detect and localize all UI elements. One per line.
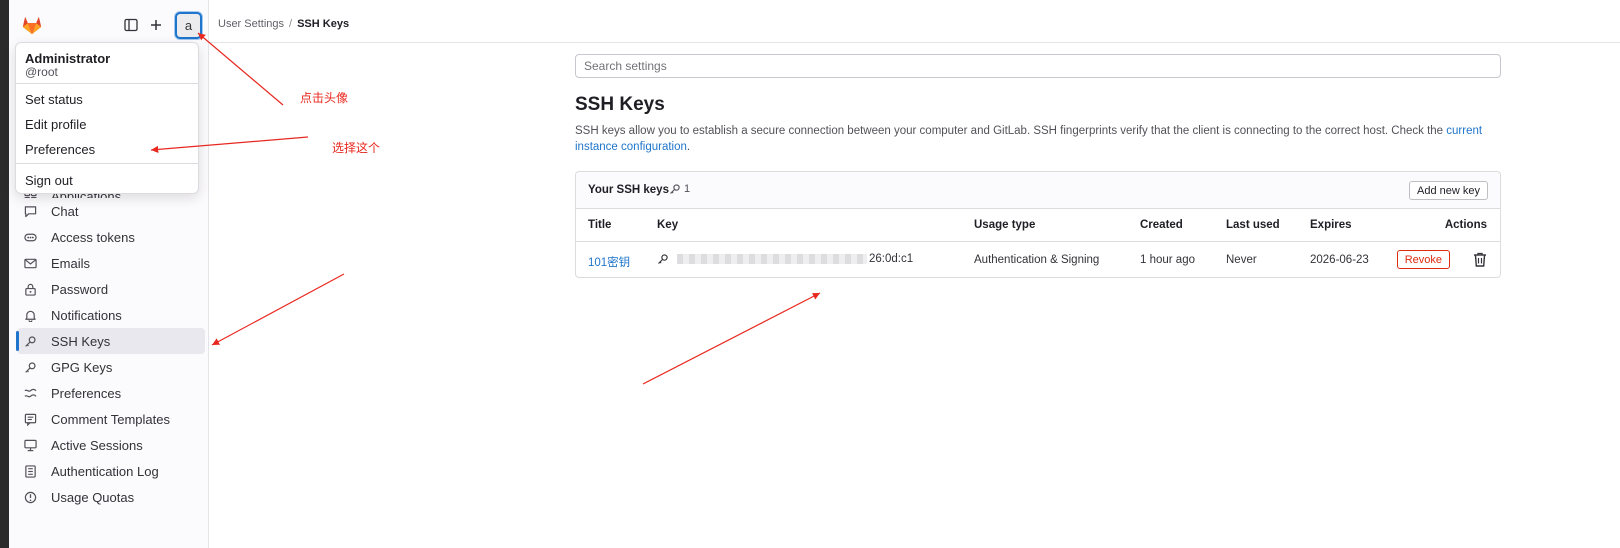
token-icon [22, 229, 38, 245]
arrow-to-avatar [197, 32, 284, 106]
sidebar-item-active-sessions[interactable]: Active Sessions [17, 432, 205, 458]
monitor-icon [22, 437, 38, 453]
arrow-to-ssh-key-row [642, 292, 821, 385]
sidebar-item-label: Emails [51, 255, 91, 271]
sidebar-item-gpg-keys[interactable]: GPG Keys [17, 354, 205, 380]
search-settings-input[interactable] [575, 54, 1501, 78]
key-icon [22, 359, 38, 375]
user-menu-dropdown: Administrator @root Set status Edit prof… [15, 42, 199, 194]
sidebar-item-chat[interactable]: Chat [17, 198, 205, 224]
user-username: @root [25, 65, 58, 79]
column-last-used: Last used [1226, 219, 1280, 231]
breadcrumb: User Settings / SSH Keys [218, 18, 350, 30]
arrow-to-ssh-keys-nav [211, 273, 345, 346]
sidebar-item-password[interactable]: Password [17, 276, 205, 302]
avatar-button[interactable]: a [175, 12, 202, 39]
sidebar-item-access-tokens[interactable]: Access tokens [17, 224, 205, 250]
sidebar-item-label: Access tokens [51, 229, 135, 245]
sidebar-item-label: Comment Templates [51, 411, 170, 427]
sidebar-item-label: SSH Keys [51, 333, 111, 349]
avatar-broken-image: a [184, 18, 193, 33]
sidebar-item-label: Authentication Log [51, 463, 159, 479]
sidebar-item-emails[interactable]: Emails [17, 250, 205, 276]
key-icon [658, 254, 668, 264]
user-display-name[interactable]: Administrator [25, 51, 110, 66]
sidebar-item-label: GPG Keys [51, 359, 113, 375]
chat-icon [22, 203, 38, 219]
sidebar-item-comment-templates[interactable]: Comment Templates [17, 406, 205, 432]
quota-icon [22, 489, 38, 505]
top-bar: User Settings / SSH Keys [209, 0, 1620, 43]
set-status-item[interactable]: Set status [25, 92, 83, 107]
sidebar-item-usage-quotas[interactable]: Usage Quotas [17, 484, 205, 510]
key-count-badge: 1 [669, 183, 690, 195]
sidebar-top: a [9, 0, 209, 48]
revoke-button[interactable]: Revoke [1396, 250, 1450, 269]
sidebar-item-label: Usage Quotas [51, 489, 135, 505]
usage-type: Authentication & Signing [974, 254, 1100, 266]
last-used: Never [1226, 254, 1257, 266]
comment-icon [22, 411, 38, 427]
add-new-key-button[interactable]: Add new key [1409, 181, 1488, 200]
mail-icon [22, 255, 38, 271]
column-actions: Actions [1444, 219, 1487, 231]
preferences-icon [22, 385, 38, 401]
divider [16, 163, 198, 164]
column-usage-type: Usage type [974, 219, 1036, 231]
column-key: Key [657, 219, 679, 231]
page-title: SSH Keys [575, 94, 665, 115]
create-new-button[interactable] [144, 13, 168, 37]
column-expires: Expires [1310, 219, 1352, 231]
sign-out-item[interactable]: Sign out [25, 173, 73, 188]
plus-icon [151, 20, 161, 30]
sidebar-panel-icon [124, 18, 138, 32]
toggle-sidebar-button[interactable] [119, 13, 143, 37]
ssh-keys-card: Your SSH keys 1 Add new key Title Key Us… [575, 171, 1501, 278]
sidebar-item-notifications[interactable]: Notifications [17, 302, 205, 328]
sidebar-item-label: Preferences [51, 385, 122, 401]
key-fingerprint: 26:0d:c1 [657, 253, 913, 265]
annotation-choose-this: 选择这个 [332, 141, 381, 155]
preferences-item[interactable]: Preferences [25, 142, 95, 157]
sidebar-item-ssh-keys[interactable]: SSH Keys [16, 328, 205, 354]
table-row: 101密钥 26:0d:c1 Authentication & Signing … [576, 242, 1500, 278]
expires-date: 2026-06-23 [1310, 254, 1369, 266]
window-edge [0, 0, 9, 548]
bell-icon [22, 307, 38, 323]
created-time: 1 hour ago [1140, 254, 1195, 266]
description-text: SSH keys allow you to establish a secure… [575, 125, 1447, 137]
key-count: 1 [684, 183, 691, 195]
redacted-fingerprint [677, 254, 867, 264]
card-title: Your SSH keys [588, 184, 669, 196]
sidebar-item-label: Password [51, 281, 109, 297]
table-header: Title Key Usage type Created Last used E… [576, 209, 1500, 242]
fingerprint-suffix: 26:0d:c1 [869, 253, 914, 265]
column-created: Created [1140, 219, 1183, 231]
divider [16, 83, 198, 84]
key-icon [670, 184, 680, 194]
annotation-click-avatar: 点击头像 [300, 91, 349, 105]
lock-icon [22, 281, 38, 297]
key-icon [22, 333, 38, 349]
key-title-link[interactable]: 101密钥 [588, 254, 630, 270]
gitlab-logo-icon[interactable] [21, 14, 43, 36]
sidebar-item-preferences[interactable]: Preferences [17, 380, 205, 406]
card-header: Your SSH keys 1 Add new key [576, 172, 1500, 209]
sidebar-item-label: Active Sessions [51, 437, 143, 453]
settings-nav: ApplicationsChatAccess tokensEmailsPassw… [9, 194, 209, 510]
edit-profile-item[interactable]: Edit profile [25, 117, 86, 132]
description-end: . [686, 141, 691, 153]
sidebar-item-label: Chat [51, 203, 79, 219]
sidebar-item-authentication-log[interactable]: Authentication Log [17, 458, 205, 484]
page-description: SSH keys allow you to establish a secure… [575, 123, 1505, 155]
trash-icon[interactable] [1473, 252, 1487, 267]
breadcrumb-ssh-keys[interactable]: SSH Keys [297, 18, 349, 30]
column-title: Title [588, 219, 612, 231]
sidebar-item-label: Notifications [51, 307, 122, 323]
breadcrumb-user-settings[interactable]: User Settings [218, 18, 284, 30]
log-icon [22, 463, 38, 479]
